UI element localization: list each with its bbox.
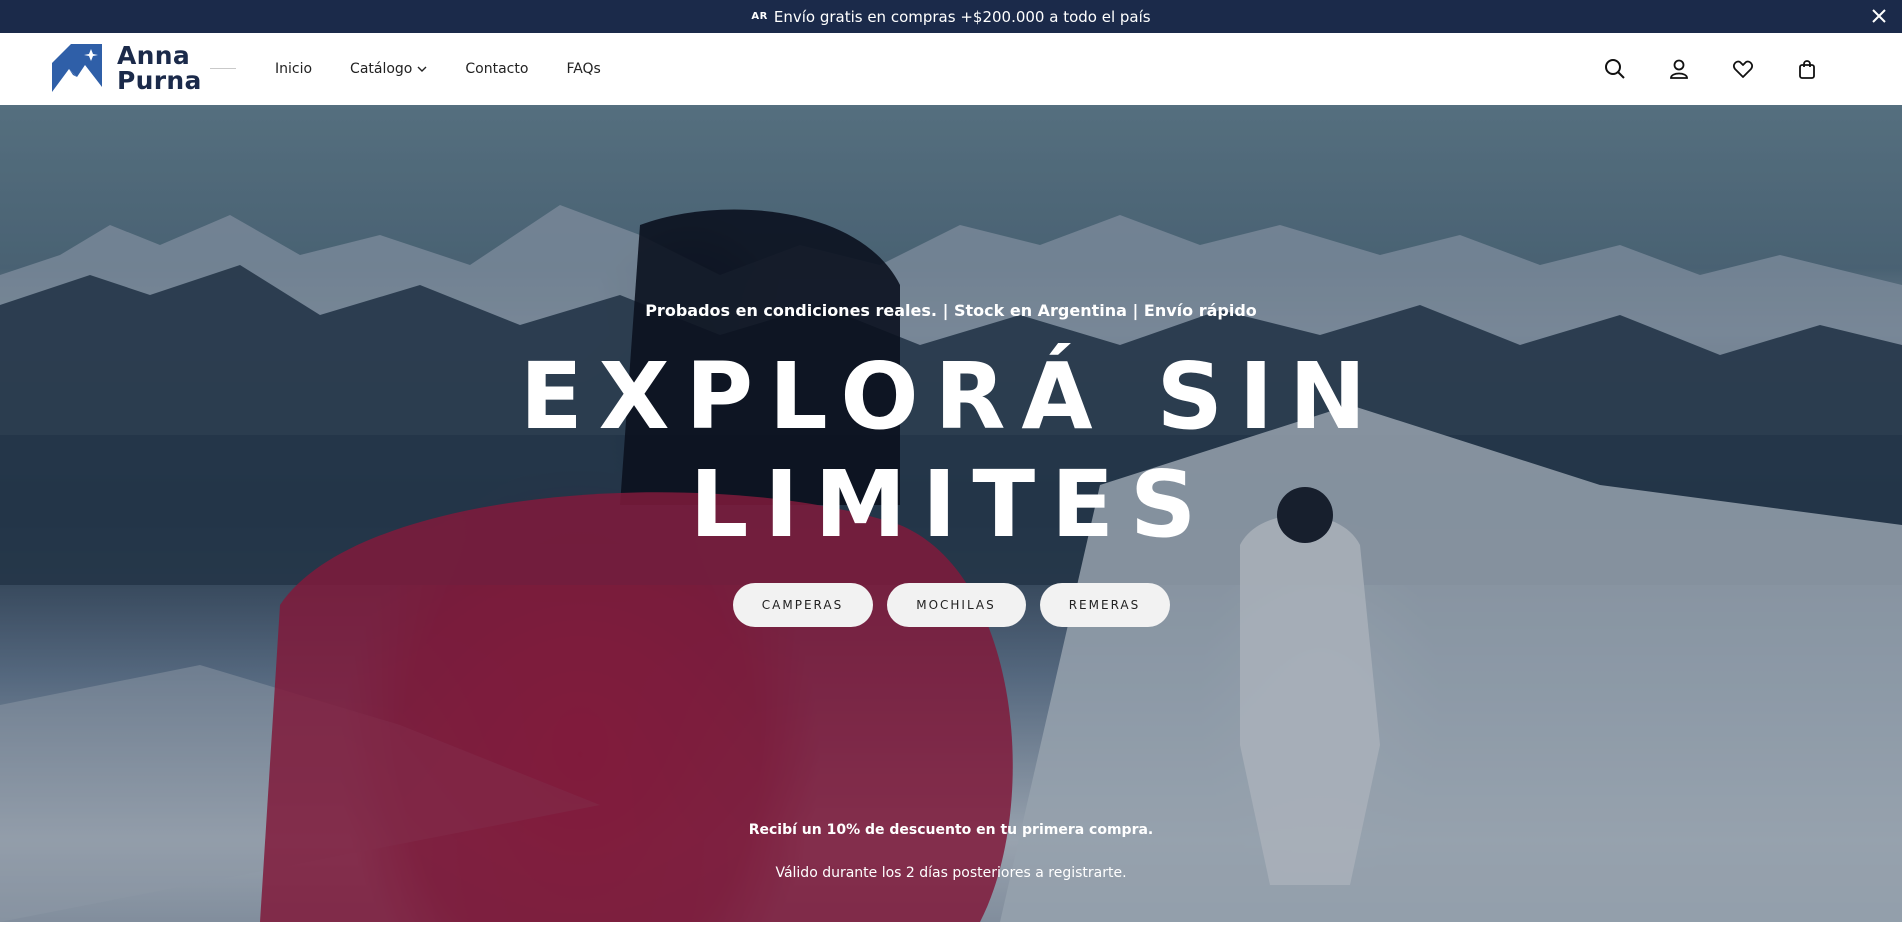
nav-item-label: Contacto [465, 61, 529, 77]
announcement-bar: AR Envío gratis en compras +$200.000 a t… [0, 0, 1902, 33]
hero-banner: Probados en condiciones reales. | Stock … [0, 105, 1902, 922]
flag-label: AR [751, 11, 768, 22]
nav-item-faqs[interactable]: FAQs [566, 61, 600, 77]
brand-name-line1: Anna [117, 41, 191, 70]
heart-icon [1733, 60, 1753, 78]
cart-button[interactable] [1792, 54, 1822, 84]
announcement-text: Envío gratis en compras +$200.000 a todo… [773, 7, 1151, 26]
main-nav: Inicio Catálogo Contacto FAQs [275, 33, 639, 105]
nav-item-label: FAQs [566, 61, 601, 77]
brand-name: Anna Purna [117, 43, 202, 93]
category-buttons: CAMPERAS MOCHILAS REMERAS [0, 583, 1902, 627]
hero-headline-line1: EXPLORÁ SIN [519, 343, 1383, 450]
mochilas-button[interactable]: MOCHILAS [886, 583, 1026, 627]
search-button[interactable] [1600, 54, 1630, 84]
user-icon [1670, 59, 1688, 79]
remeras-button[interactable]: REMERAS [1039, 583, 1170, 627]
shopping-bag-icon [1799, 60, 1815, 79]
header-actions [1566, 33, 1822, 105]
search-icon [1605, 59, 1625, 79]
nav-item-contacto[interactable]: Contacto [465, 61, 528, 77]
mountain-logo-icon [52, 44, 102, 92]
hero-tagline: Probados en condiciones reales. | Stock … [645, 301, 1257, 320]
header-divider [210, 68, 236, 69]
site-header: Anna Purna Inicio Catálogo Contacto FAQs [0, 33, 1902, 105]
wishlist-button[interactable] [1728, 54, 1758, 84]
brand-logo[interactable]: Anna Purna [51, 43, 202, 93]
brand-name-line2: Purna [117, 66, 202, 95]
hero-headline: EXPLORÁ SIN LIMITES [0, 343, 1902, 559]
nav-item-catalogo[interactable]: Catálogo [350, 61, 427, 77]
nav-item-label: Catálogo [350, 61, 413, 77]
camperas-button[interactable]: CAMPERAS [732, 583, 873, 627]
chevron-down-icon [417, 66, 427, 72]
promo-title: Recibí un 10% de descuento en tu primera… [748, 822, 1154, 838]
page-bottom [0, 922, 1902, 940]
hero-headline-line2: LIMITES [689, 451, 1213, 558]
promo-subtitle: Válido durante los 2 días posteriores a … [775, 865, 1127, 881]
close-icon[interactable] [1870, 7, 1888, 25]
nav-item-label: Inicio [275, 61, 313, 77]
nav-item-inicio[interactable]: Inicio [275, 61, 312, 77]
account-button[interactable] [1664, 54, 1694, 84]
